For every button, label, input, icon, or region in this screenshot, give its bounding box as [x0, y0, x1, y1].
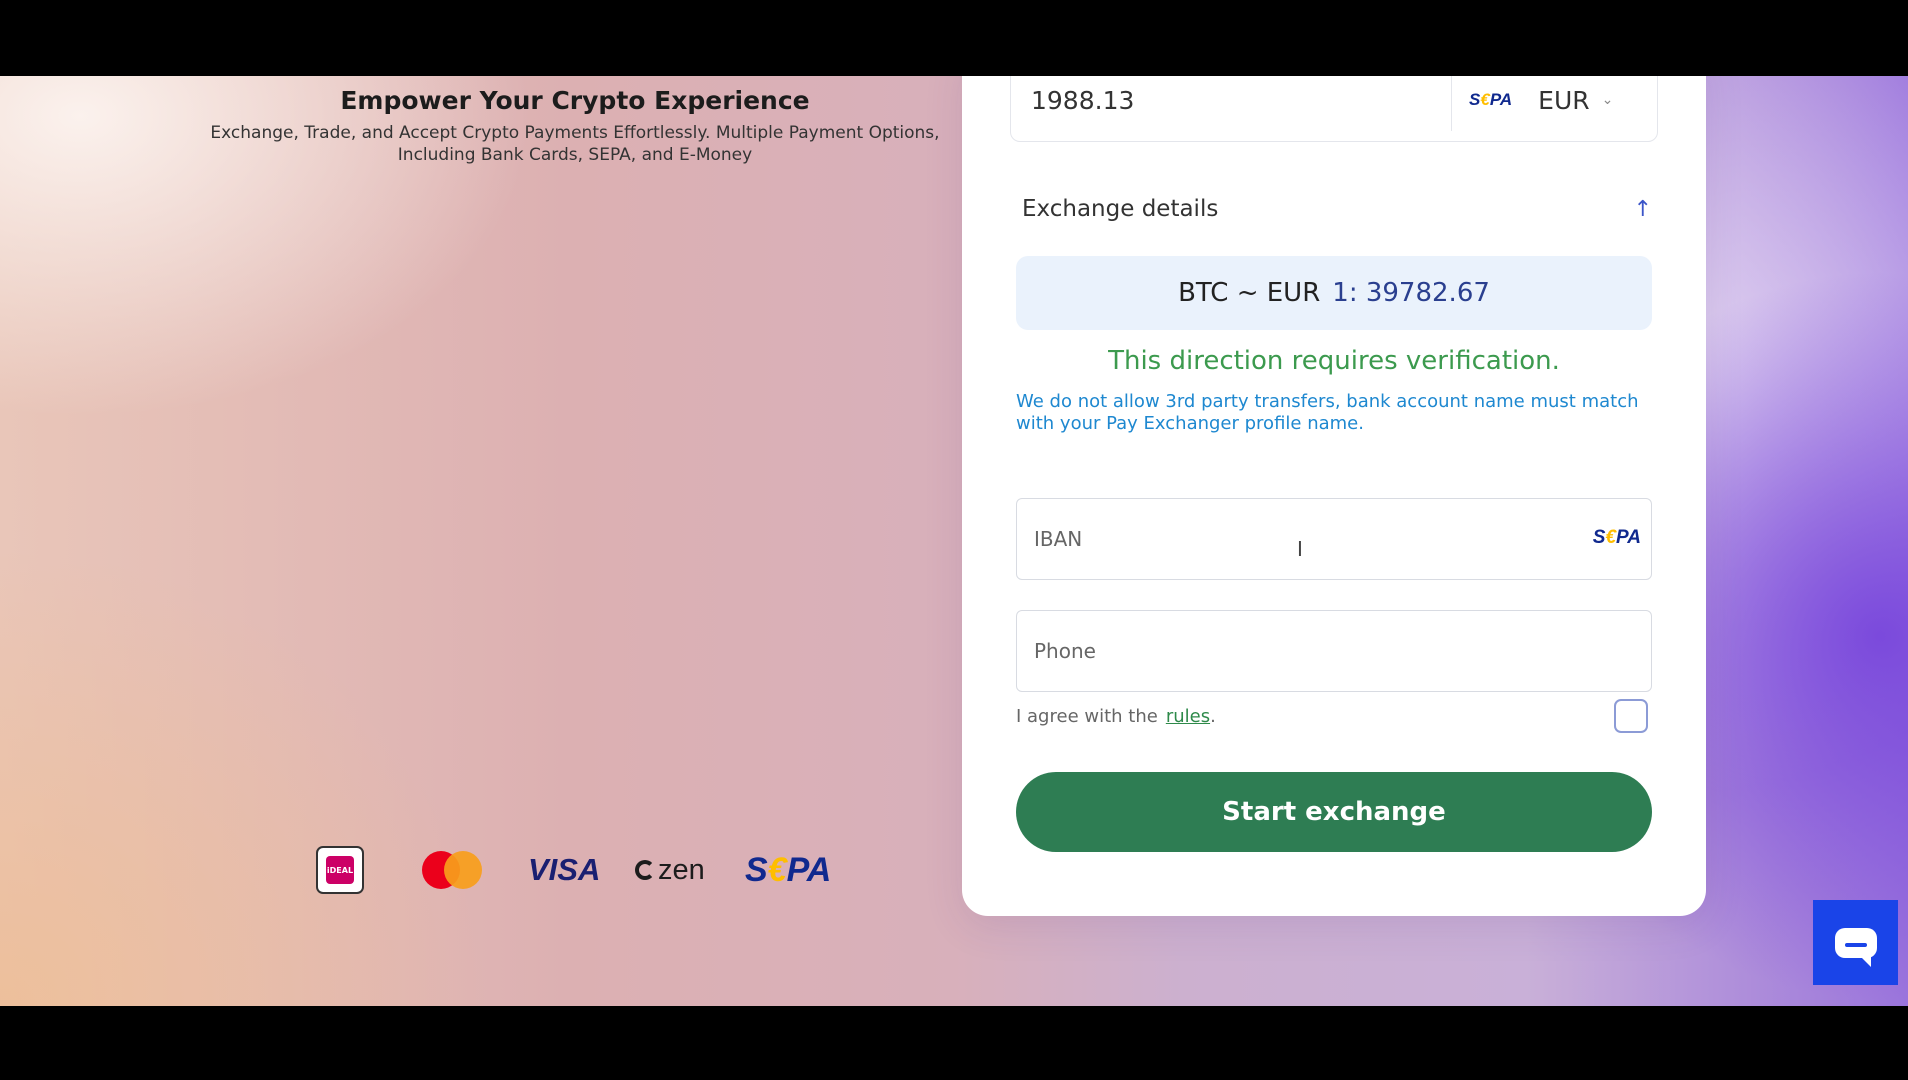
arrow-up-icon[interactable]: ↑ [1634, 197, 1652, 222]
exchange-details-header[interactable]: Exchange details ↑ [1022, 186, 1652, 232]
hero-subtitle: Exchange, Trade, and Accept Crypto Payme… [210, 123, 940, 165]
start-exchange-button[interactable]: Start exchange [1016, 772, 1652, 852]
phone-input[interactable] [1017, 611, 1557, 690]
amount-input[interactable] [1011, 76, 1451, 141]
text-cursor-icon: I [1297, 537, 1303, 561]
exchange-card: S€PA EUR ⌄ Exchange details ↑ BTC ~ EUR … [962, 76, 1706, 916]
sepa-field-logo: S€PA [1592, 527, 1641, 548]
page-background: Empower Your Crypto Experience Exchange,… [0, 76, 1908, 1006]
hero-title: Empower Your Crypto Experience [340, 86, 810, 115]
currency-select[interactable]: S€PA EUR ⌄ [1469, 76, 1613, 141]
phone-field [1016, 610, 1652, 692]
zen-logo: zen [635, 840, 705, 900]
payment-methods-logos: iDEAL VISA zen S € PA [310, 840, 850, 900]
currency-code: EUR [1538, 85, 1590, 115]
amount-divider [1451, 76, 1452, 131]
agree-period: . [1210, 705, 1216, 727]
mastercard-logo [422, 840, 482, 900]
rules-link[interactable]: rules [1166, 706, 1210, 727]
exchange-rate-box: BTC ~ EUR 1: 39782.67 [1016, 256, 1652, 330]
chat-widget-button[interactable] [1813, 900, 1898, 985]
letterbox-bottom [0, 1006, 1908, 1080]
exchange-details-label: Exchange details [1022, 196, 1219, 222]
zen-logo-text: zen [658, 853, 705, 886]
zen-ring-icon [635, 860, 655, 880]
sepa-currency-logo: S€PA [1469, 90, 1513, 109]
chat-bubble-icon [1834, 927, 1877, 967]
agree-row: I agree with the rules . [1016, 696, 1652, 736]
iban-input[interactable] [1017, 499, 1557, 578]
verification-note: We do not allow 3rd party transfers, ban… [1016, 391, 1639, 434]
visa-logo: VISA [528, 852, 601, 887]
amount-row: S€PA EUR ⌄ [1010, 76, 1658, 142]
agree-checkbox[interactable] [1614, 699, 1648, 733]
verification-title: This direction requires verification. [1108, 346, 1560, 376]
iban-field: I S€PA [1016, 498, 1652, 580]
rate-value: 1: 39782.67 [1332, 278, 1490, 308]
ideal-logo: iDEAL [316, 840, 364, 900]
agree-text: I agree with the [1016, 705, 1158, 727]
chevron-down-icon: ⌄ [1601, 92, 1614, 108]
ideal-logo-text: iDEAL [326, 856, 354, 884]
letterbox-top [0, 0, 1908, 76]
rate-pair: BTC ~ EUR [1178, 278, 1321, 308]
sepa-logo: S € PA [745, 850, 832, 889]
